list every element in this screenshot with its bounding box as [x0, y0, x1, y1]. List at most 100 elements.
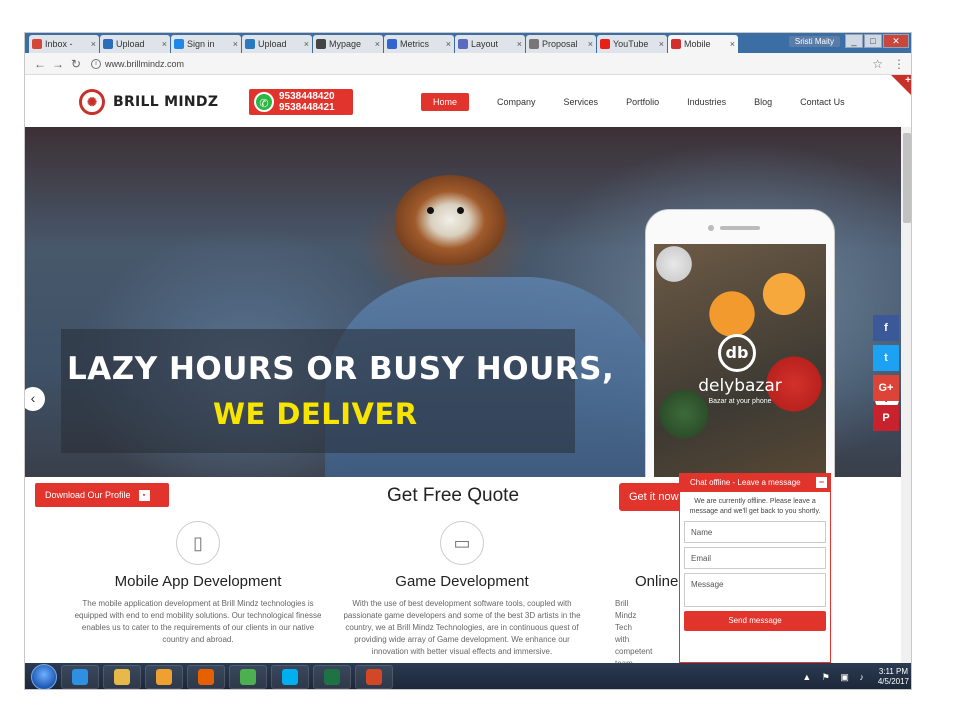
- powerpoint-icon: [366, 669, 382, 685]
- nav-item-industries[interactable]: Industries: [687, 93, 726, 111]
- minimize-button[interactable]: _: [845, 34, 863, 48]
- tab-close-icon[interactable]: ×: [446, 39, 451, 49]
- send-message-button[interactable]: Send message: [684, 611, 826, 631]
- twitter-icon[interactable]: t: [873, 345, 899, 371]
- facebook-icon[interactable]: f: [873, 315, 899, 341]
- brand-logo[interactable]: ✺ BRILL MINDZ: [79, 89, 218, 115]
- nav-item-services[interactable]: Services: [564, 93, 599, 111]
- service-title[interactable]: Game Development: [337, 573, 587, 590]
- browser-tab[interactable]: Inbox - ×: [29, 35, 99, 53]
- browser-tab[interactable]: Layout ×: [455, 35, 525, 53]
- tab-close-icon[interactable]: ×: [304, 39, 309, 49]
- tab-favicon-icon: [529, 39, 539, 49]
- tab-close-icon[interactable]: ×: [659, 39, 664, 49]
- browser-menu-icon[interactable]: ⋮: [893, 57, 905, 71]
- mobile-device-icon: ▯: [176, 521, 220, 565]
- clock-time: 3:11 PM: [878, 667, 909, 676]
- close-window-button[interactable]: ✕: [883, 34, 909, 48]
- tab-label: Layout: [471, 39, 499, 49]
- tab-label: Inbox -: [45, 39, 73, 49]
- folder-icon: [114, 669, 130, 685]
- quote-title: Get Free Quote: [387, 485, 520, 506]
- service-title[interactable]: Mobile App Development: [73, 573, 323, 590]
- taskbar-app[interactable]: [355, 665, 393, 689]
- tab-label: Metrics: [400, 39, 429, 49]
- browser-tab[interactable]: Metrics ×: [384, 35, 454, 53]
- site-info-icon[interactable]: i: [91, 58, 101, 69]
- maximize-button[interactable]: □: [864, 34, 882, 48]
- excel-icon: [324, 669, 340, 685]
- service-card-mobile: ▯ Mobile App Development The mobile appl…: [73, 521, 323, 646]
- pdf-icon: ▪: [138, 489, 150, 501]
- tab-close-icon[interactable]: ×: [375, 39, 380, 49]
- download-profile-button[interactable]: Download Our Profile ▪: [35, 483, 169, 507]
- tab-favicon-icon: [600, 39, 610, 49]
- monitor-icon: ▭: [440, 521, 484, 565]
- tab-close-icon[interactable]: ×: [517, 39, 522, 49]
- phone-number-2: 9538448421: [279, 102, 335, 113]
- phone-numbers: 9538448420 9538448421: [279, 91, 335, 113]
- tab-label: Proposal: [542, 39, 578, 49]
- system-tray: ▲ ⚑ ▣ ♪ 3:11 PM 4/5/2017: [802, 663, 909, 689]
- chat-message-field[interactable]: Message: [684, 573, 826, 607]
- app-name: delybazar: [698, 376, 782, 396]
- chat-offline-message: We are currently offline. Please leave a…: [689, 498, 821, 515]
- nav-item-home[interactable]: Home: [421, 93, 470, 111]
- tab-close-icon[interactable]: ×: [730, 39, 735, 49]
- tab-favicon-icon: [387, 39, 397, 49]
- chat-name-field[interactable]: Name: [684, 521, 826, 543]
- scrollbar-thumb[interactable]: [903, 133, 911, 223]
- bookmark-star-icon[interactable]: ☆: [872, 57, 883, 71]
- download-profile-label: Download Our Profile: [45, 490, 131, 500]
- service-description: The mobile application development at Br…: [74, 599, 322, 644]
- nav-item-blog[interactable]: Blog: [754, 93, 772, 111]
- pinterest-icon[interactable]: P: [873, 405, 899, 431]
- clock[interactable]: 3:11 PM 4/5/2017: [878, 667, 909, 687]
- taskbar-app[interactable]: [313, 665, 351, 689]
- chat-email-field[interactable]: Email: [684, 547, 826, 569]
- tab-favicon-icon: [245, 39, 255, 49]
- url-input[interactable]: i www.brillmindz.com: [91, 56, 872, 72]
- brand-name: BRILL MINDZ: [113, 94, 219, 110]
- hero-slider: LAZY HOURS OR BUSY HOURS, WE DELIVER db …: [25, 127, 901, 477]
- browser-tab[interactable]: Upload ×: [242, 35, 312, 53]
- tray-icons[interactable]: ▲ ⚑ ▣ ♪: [802, 672, 867, 683]
- page-scrollbar[interactable]: [901, 127, 911, 663]
- browser-tab[interactable]: Proposal ×: [526, 35, 596, 53]
- browser-tab[interactable]: Sign in ×: [171, 35, 241, 53]
- media-player-icon: [156, 669, 172, 685]
- app-tagline: Bazar at your phone: [708, 398, 772, 405]
- chat-header[interactable]: Chat offline - Leave a message −: [680, 474, 830, 492]
- tab-close-icon[interactable]: ×: [233, 39, 238, 49]
- slider-prev-icon[interactable]: ‹: [25, 387, 45, 411]
- tab-label: YouTube: [613, 39, 649, 49]
- browser-user-badge[interactable]: Sristi Maity: [788, 35, 840, 47]
- whatsapp-phone-box[interactable]: ✆ 9538448420 9538448421: [249, 89, 353, 115]
- nav-item-portfolio[interactable]: Portfolio: [626, 93, 659, 111]
- browser-tab[interactable]: YouTube ×: [597, 35, 667, 53]
- taskbar-app[interactable]: [229, 665, 267, 689]
- browser-tab[interactable]: Mobile ×: [668, 35, 738, 53]
- taskbar-app[interactable]: [61, 665, 99, 689]
- browser-tab[interactable]: Upload ×: [100, 35, 170, 53]
- google-plus-icon[interactable]: G+: [873, 375, 899, 401]
- tab-close-icon[interactable]: ×: [91, 39, 96, 49]
- tab-close-icon[interactable]: ×: [162, 39, 167, 49]
- social-sidebar: f t G+ P: [873, 315, 899, 435]
- nav-item-contact-us[interactable]: Contact Us: [800, 93, 845, 111]
- tab-close-icon[interactable]: ×: [588, 39, 593, 49]
- reload-icon[interactable]: ↻: [67, 57, 85, 71]
- start-button[interactable]: [31, 664, 57, 689]
- tab-label: Sign in: [187, 39, 215, 49]
- nav-item-company[interactable]: Company: [497, 93, 536, 111]
- taskbar-app[interactable]: [145, 665, 183, 689]
- chat-minimize-icon[interactable]: −: [816, 477, 827, 488]
- taskbar-app[interactable]: [187, 665, 225, 689]
- taskbar-app[interactable]: [271, 665, 309, 689]
- taskbar-app[interactable]: [103, 665, 141, 689]
- forward-icon[interactable]: →: [49, 57, 67, 71]
- plus-icon[interactable]: +: [905, 75, 911, 86]
- browser-tab[interactable]: Mypage ×: [313, 35, 383, 53]
- tab-label: Mobile: [684, 39, 711, 49]
- back-icon[interactable]: ←: [31, 57, 49, 71]
